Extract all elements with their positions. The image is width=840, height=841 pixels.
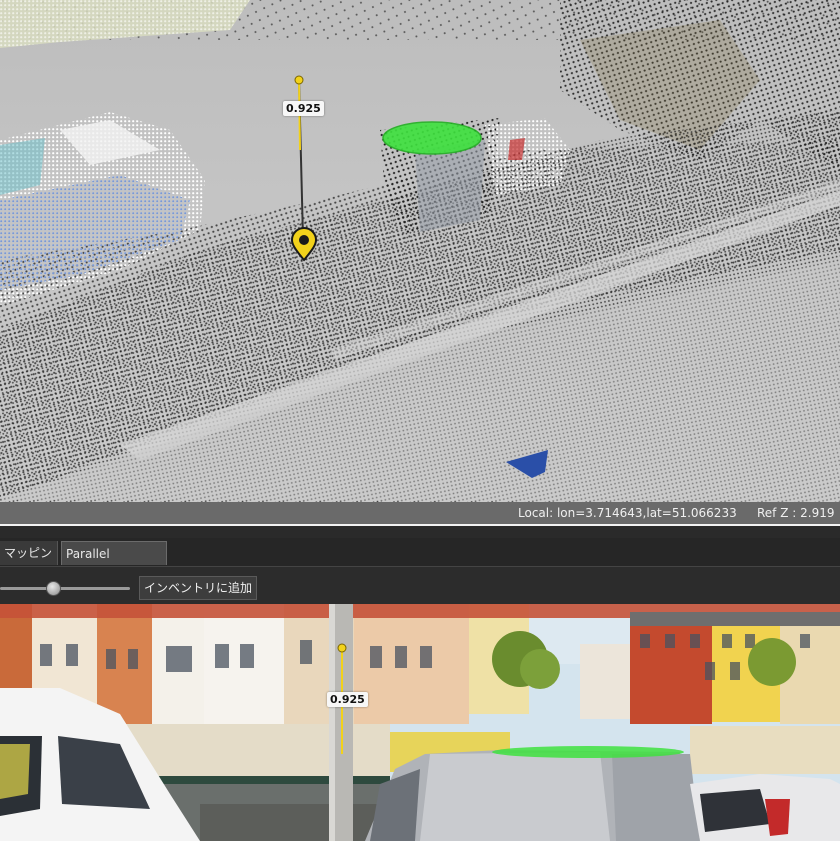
photo-height-top-handle[interactable] <box>337 643 347 653</box>
tree <box>748 638 796 686</box>
boat <box>690 726 840 774</box>
red-car-points <box>485 118 570 195</box>
point-cloud-canvas[interactable] <box>0 0 840 502</box>
panel-splitter[interactable] <box>0 524 840 538</box>
point-cloud-viewport[interactable]: 0.925 <box>0 0 840 502</box>
tab-parallel-extraction[interactable]: Parallel Extraction <box>61 541 167 585</box>
extraction-toolbar: インベントリに追加 <box>0 566 840 605</box>
tab-mapping[interactable]: マッピング <box>0 541 58 584</box>
height-value-label: 0.925 <box>283 101 324 116</box>
ref-z-readout: Ref Z : 2.919 <box>757 506 835 520</box>
building <box>97 604 152 724</box>
coordinates-readout: Local: lon=3.714643,lat=51.066233 <box>518 506 737 520</box>
building <box>580 644 630 719</box>
add-to-inventory-button[interactable]: インベントリに追加 <box>139 576 258 600</box>
photo-selection-ellipse[interactable] <box>492 746 684 758</box>
street-photo-canvas[interactable] <box>0 604 840 841</box>
red-car <box>690 774 840 841</box>
tab-bar: マッピング Parallel Extraction <box>0 538 840 585</box>
gray-van <box>365 750 700 841</box>
street-photo-panel[interactable]: 0.925 <box>0 604 840 841</box>
selection-ellipse[interactable] <box>382 121 482 155</box>
viewport-status-bar: Local: lon=3.714643,lat=51.066233 Ref Z … <box>0 502 840 524</box>
opacity-slider-thumb[interactable] <box>46 581 61 596</box>
photo-height-value-label: 0.925 <box>327 692 368 707</box>
opacity-slider-track[interactable] <box>0 587 130 590</box>
height-top-handle[interactable] <box>294 75 304 85</box>
